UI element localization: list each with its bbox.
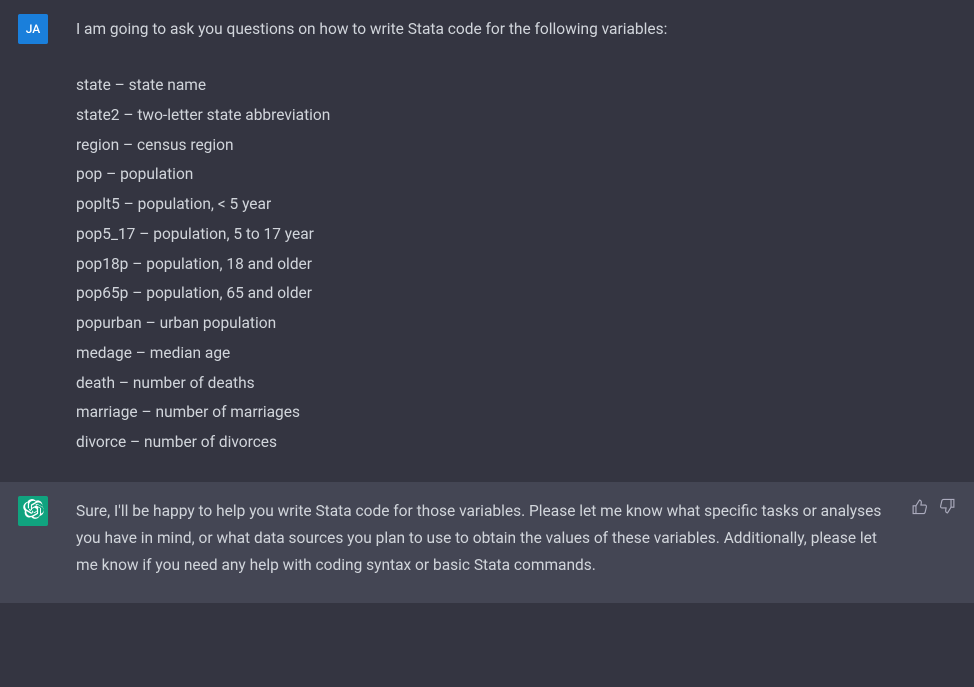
variable-list: state – state name state2 – two-letter s… — [76, 71, 956, 458]
variable-line: popurban – urban population — [76, 309, 956, 339]
thumbs-up-icon — [911, 498, 928, 519]
user-message-content: I am going to ask you questions on how t… — [76, 14, 956, 458]
user-avatar-initials: JA — [26, 22, 41, 36]
assistant-avatar — [18, 496, 48, 526]
variable-line: state2 – two-letter state abbreviation — [76, 101, 956, 131]
variable-line: medage – median age — [76, 339, 956, 369]
variable-line: marriage – number of marriages — [76, 398, 956, 428]
variable-line: pop5_17 – population, 5 to 17 year — [76, 220, 956, 250]
variable-line: divorce – number of divorces — [76, 428, 956, 458]
thumbs-down-icon — [939, 498, 956, 519]
assistant-response-text: Sure, I'll be happy to help you write St… — [76, 498, 882, 579]
assistant-message-content: Sure, I'll be happy to help you write St… — [76, 496, 882, 579]
variable-line: region – census region — [76, 131, 956, 161]
variable-line: state – state name — [76, 71, 956, 101]
thumbs-down-button[interactable] — [938, 500, 956, 518]
user-avatar: JA — [18, 14, 48, 44]
user-message: JA I am going to ask you questions on ho… — [0, 0, 974, 482]
assistant-message: Sure, I'll be happy to help you write St… — [0, 482, 974, 603]
openai-logo-icon — [22, 498, 44, 523]
variable-line: pop65p – population, 65 and older — [76, 279, 956, 309]
variable-line: pop – population — [76, 160, 956, 190]
thumbs-up-button[interactable] — [910, 500, 928, 518]
variable-line: death – number of deaths — [76, 369, 956, 399]
variable-line: poplt5 – population, < 5 year — [76, 190, 956, 220]
feedback-controls — [910, 496, 956, 579]
variable-line: pop18p – population, 18 and older — [76, 250, 956, 280]
user-intro-text: I am going to ask you questions on how t… — [76, 16, 956, 43]
